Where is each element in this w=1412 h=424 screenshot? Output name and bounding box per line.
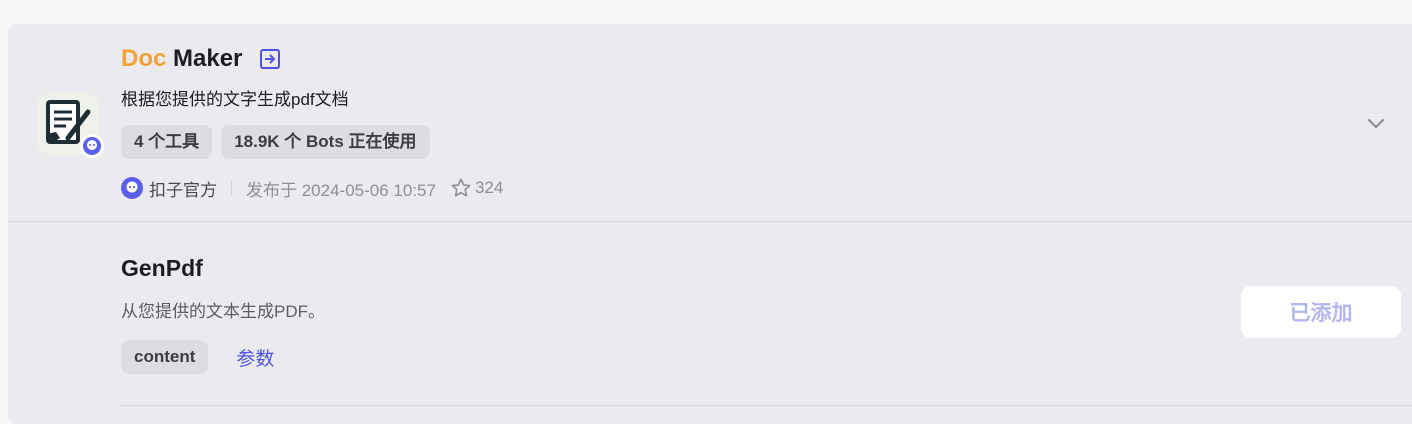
chevron-down-icon[interactable] bbox=[1365, 112, 1387, 134]
plugin-meta: 扣子官方 发布于 2024-05-06 10:57 324 bbox=[121, 174, 503, 202]
official-badge-icon bbox=[121, 177, 143, 199]
plugin-panel: Doc Maker 根据您提供的文字生成pdf文档 4 个工具 18.9K 个 … bbox=[8, 24, 1412, 424]
added-button[interactable]: 已添加 bbox=[1241, 286, 1401, 338]
enter-icon[interactable] bbox=[258, 47, 282, 71]
official-bot-icon bbox=[83, 137, 101, 155]
usage-count-tag: 18.9K 个 Bots 正在使用 bbox=[221, 125, 430, 159]
plugin-title-row: Doc Maker bbox=[121, 42, 282, 76]
plugin-tags: 4 个工具 18.9K 个 Bots 正在使用 bbox=[121, 125, 430, 159]
author-name[interactable]: 扣子官方 bbox=[149, 176, 217, 201]
tool-name: GenPdf bbox=[121, 255, 203, 281]
meta-divider bbox=[231, 180, 232, 196]
verified-badge bbox=[80, 134, 104, 158]
tool-count-tag: 4 个工具 bbox=[121, 125, 213, 159]
plugin-header[interactable]: Doc Maker 根据您提供的文字生成pdf文档 4 个工具 18.9K 个 … bbox=[8, 24, 1412, 221]
plugin-title: Doc Maker bbox=[121, 45, 243, 72]
plugin-description: 根据您提供的文字生成pdf文档 bbox=[121, 90, 349, 109]
star-icon[interactable] bbox=[450, 177, 472, 199]
bottom-divider bbox=[121, 405, 1412, 406]
tool-params: content 参数 bbox=[121, 340, 274, 374]
param-tag: content bbox=[121, 340, 209, 374]
tool-item: GenPdf 从您提供的文本生成PDF。 content 参数 已添加 bbox=[8, 222, 1412, 422]
publish-date: 发布于 2024-05-06 10:57 bbox=[246, 180, 436, 200]
params-link[interactable]: 参数 bbox=[236, 344, 274, 371]
tool-description: 从您提供的文本生成PDF。 bbox=[121, 302, 325, 321]
star-count: 324 bbox=[474, 178, 504, 197]
plugin-avatar bbox=[38, 94, 104, 158]
